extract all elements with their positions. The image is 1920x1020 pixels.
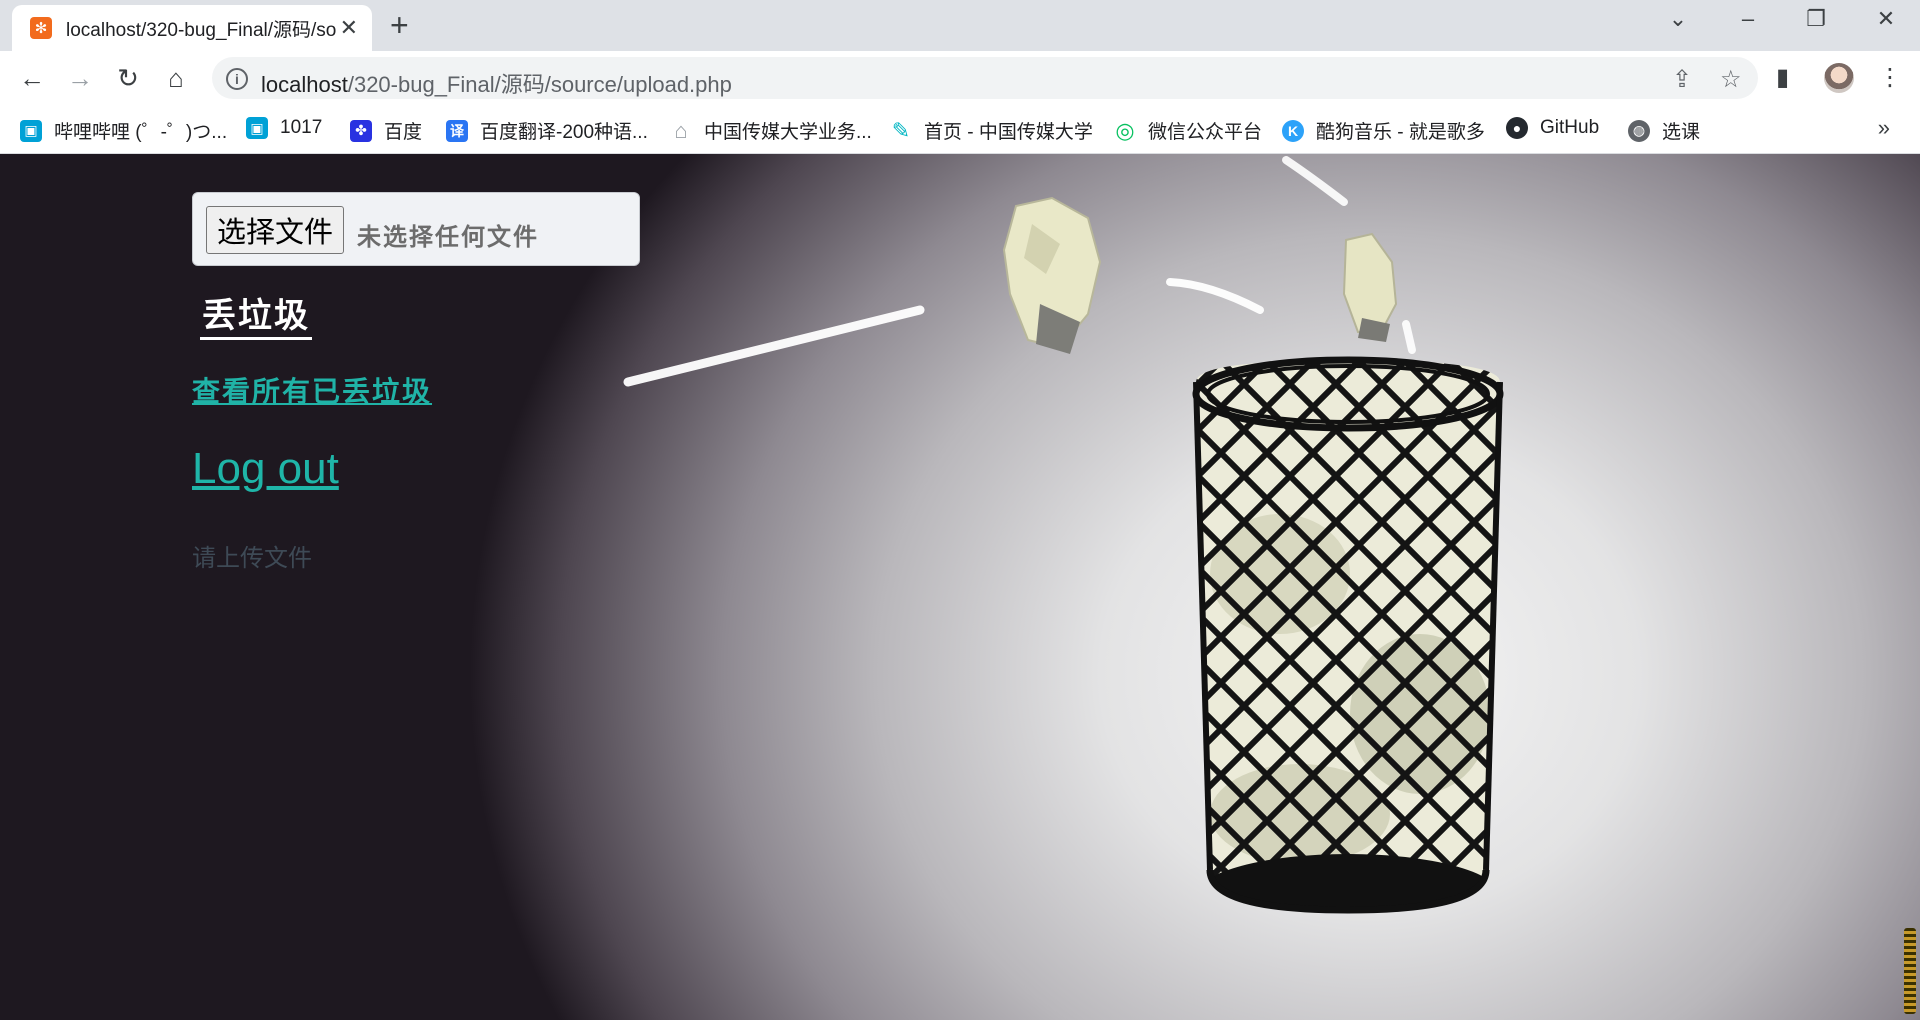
browser-titlebar: ✻ localhost/320-bug_Final/源码/source/uplo… xyxy=(0,0,1920,51)
side-panel-icon[interactable]: ▮ xyxy=(1776,63,1789,92)
cuc-icon: ✎ xyxy=(891,117,911,143)
bookmark-item[interactable]: 译百度翻译-200种语... xyxy=(446,117,648,144)
forward-icon[interactable]: → xyxy=(64,62,96,94)
translate-icon: 译 xyxy=(446,119,468,142)
bookmark-star-icon[interactable]: ☆ xyxy=(1720,65,1742,94)
chevron-right-icon[interactable]: » xyxy=(1878,115,1890,141)
bookmark-item[interactable]: ● GitHub xyxy=(1506,117,1599,139)
view-all-trash-link[interactable]: 查看所有已丢垃圾 xyxy=(192,370,432,410)
menu-icon[interactable]: ⋮ xyxy=(1878,63,1902,92)
page-content: 选择文件 未选择任何文件 丢垃圾 查看所有已丢垃圾 Log out 请上传文件 xyxy=(0,154,1920,1020)
bookmark-item[interactable]: ◍ 选课 xyxy=(1628,117,1700,144)
paper-ball xyxy=(1342,232,1398,342)
bilibili-icon: ▣ xyxy=(246,117,268,139)
back-icon[interactable]: ← xyxy=(16,62,48,94)
browser-tab[interactable]: ✻ localhost/320-bug_Final/源码/source/uplo… xyxy=(12,5,372,51)
minimize-icon[interactable]: – xyxy=(1728,6,1768,32)
bookmark-item[interactable]: ✎ 首页 - 中国传媒大学 xyxy=(890,117,1093,144)
trash-can-illustration xyxy=(623,156,1504,914)
bookmark-item[interactable]: ▣ 1017 xyxy=(246,117,322,139)
status-message: 请上传文件 xyxy=(192,545,312,572)
address-bar[interactable]: i localhost/320-bug_Final/源码/source/uplo… xyxy=(212,57,1758,99)
file-upload-control: 选择文件 未选择任何文件 xyxy=(192,192,640,266)
profile-avatar[interactable] xyxy=(1824,63,1854,93)
wire-basket xyxy=(1192,356,1504,914)
url-text[interactable]: localhost/320-bug_Final/源码/source/upload… xyxy=(261,67,732,99)
paper-ball xyxy=(1002,196,1102,354)
wechat-icon: ◎ xyxy=(1115,117,1135,143)
reload-icon[interactable]: ↻ xyxy=(112,62,144,94)
bookmark-item[interactable]: ⌂ 中国传媒大学业务... xyxy=(670,117,872,144)
tab-title: localhost/320-bug_Final/源码/source/upload… xyxy=(66,19,336,41)
restore-icon[interactable]: ❐ xyxy=(1796,6,1836,32)
bookmark-item[interactable]: ▣ 哔哩哔哩 (゜-゜)つ... xyxy=(20,117,227,144)
new-tab-icon[interactable]: + xyxy=(390,8,409,42)
share-icon[interactable]: ⇪ xyxy=(1672,65,1692,94)
no-file-chosen-text: 未选择任何文件 xyxy=(357,222,539,251)
home-icon: ⌂ xyxy=(674,117,688,143)
baidu-icon: ✤ xyxy=(350,119,372,142)
bookmark-item[interactable]: ◎ 微信公众平台 xyxy=(1114,117,1262,144)
bilibili-icon: ▣ xyxy=(20,119,42,142)
bookmark-item[interactable]: ✤ 百度 xyxy=(350,117,422,144)
close-tab-icon[interactable]: ✕ xyxy=(340,15,358,41)
bookmark-item[interactable]: K 酷狗音乐 - 就是歌多 xyxy=(1282,117,1485,144)
tab-search-icon[interactable]: ⌄ xyxy=(1658,6,1698,32)
site-info-icon[interactable]: i xyxy=(226,68,248,90)
xampp-favicon-icon: ✻ xyxy=(30,17,52,39)
choose-file-button[interactable]: 选择文件 xyxy=(206,206,345,254)
bookmarks-bar: ▣ 哔哩哔哩 (゜-゜)つ... ▣ 1017 ✤ 百度 译百度翻译-200种语...… xyxy=(0,105,1920,154)
github-icon: ● xyxy=(1506,117,1528,139)
home-icon[interactable]: ⌂ xyxy=(160,62,192,94)
throw-trash-submit[interactable]: 丢垃圾 xyxy=(200,288,312,340)
browser-toolbar: ← → ↻ ⌂ i localhost/320-bug_Final/源码/sou… xyxy=(0,51,1920,105)
logout-link[interactable]: Log out xyxy=(192,444,339,494)
kugou-icon: K xyxy=(1282,119,1304,142)
globe-icon: ◍ xyxy=(1628,119,1650,142)
scrollbar-thumb[interactable] xyxy=(1904,928,1916,1014)
close-window-icon[interactable]: ✕ xyxy=(1866,6,1906,32)
